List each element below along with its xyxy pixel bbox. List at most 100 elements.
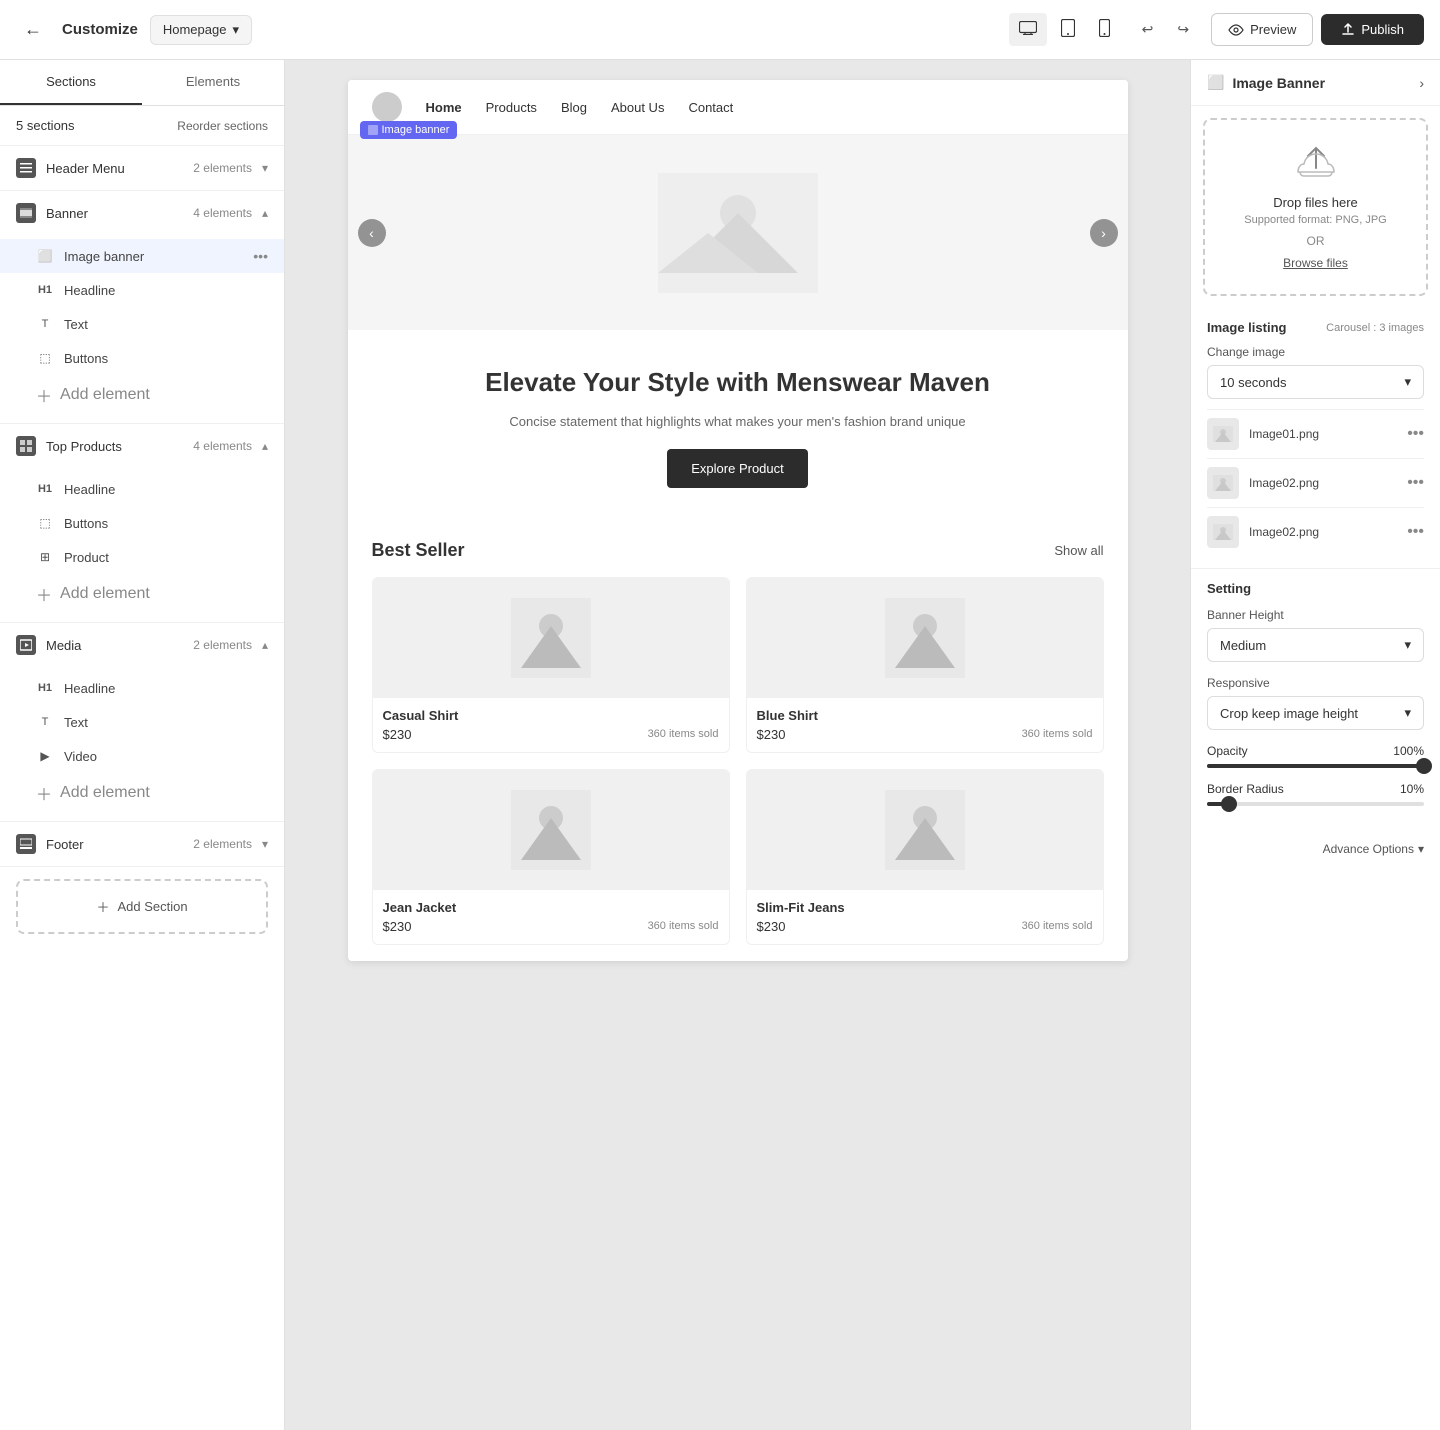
topbar: ← Customize Homepage ▾ ↩ ↪ Preview Publi… xyxy=(0,0,1440,60)
section-item-top-products: Top Products 4 elements ▴ H1 Headline ⬚ … xyxy=(0,424,284,623)
show-all-link[interactable]: Show all xyxy=(1054,543,1103,558)
redo-button[interactable]: ↪ xyxy=(1167,15,1199,44)
h1-icon-media: H1 xyxy=(36,679,54,697)
image-more-1[interactable]: ••• xyxy=(1407,474,1424,492)
image-icon: ⬜ xyxy=(36,247,54,265)
product-meta-1: $230 360 items sold xyxy=(757,727,1093,742)
banner-label: Image banner xyxy=(360,121,458,139)
responsive-dropdown[interactable]: Crop keep image height ▾ xyxy=(1207,696,1424,730)
section-header-media[interactable]: Media 2 elements ▴ xyxy=(0,623,284,667)
chevron-media[interactable]: ▴ xyxy=(262,638,268,652)
tab-sections[interactable]: Sections xyxy=(0,60,142,105)
child-media-text[interactable]: T Text xyxy=(0,705,284,739)
settings-section: Setting Banner Height Medium ▾ Responsiv… xyxy=(1191,568,1440,832)
add-element-banner[interactable]: ＋ Add element xyxy=(0,375,284,415)
topbar-actions: Preview Publish xyxy=(1211,13,1424,46)
child-media-headline[interactable]: H1 Headline xyxy=(0,671,284,705)
image-more-2[interactable]: ••• xyxy=(1407,523,1424,541)
hero-cta-button[interactable]: Explore Product xyxy=(667,449,808,488)
image-list-item-0: Image01.png ••• xyxy=(1207,409,1424,458)
chevron-top-products[interactable]: ▴ xyxy=(262,439,268,453)
product-image-1 xyxy=(747,578,1103,698)
child-tp-buttons[interactable]: ⬚ Buttons xyxy=(0,506,284,540)
child-tp-headline[interactable]: H1 Headline xyxy=(0,472,284,506)
page-selector[interactable]: Homepage ▾ xyxy=(150,15,252,45)
child-label-image-banner: Image banner xyxy=(64,249,243,264)
image-filename-1: Image02.png xyxy=(1249,476,1397,490)
top-products-children: H1 Headline ⬚ Buttons ⊞ Product ＋ Add el… xyxy=(0,468,284,622)
tablet-view-button[interactable] xyxy=(1051,13,1085,46)
section-header-footer[interactable]: Footer 2 elements ▾ xyxy=(0,822,284,866)
change-image-label: Change image xyxy=(1207,345,1424,359)
opacity-slider-fill xyxy=(1207,764,1424,768)
add-section-button[interactable]: ＋ Add Section xyxy=(16,879,268,934)
image-more-0[interactable]: ••• xyxy=(1407,425,1424,443)
section-icon-media xyxy=(16,635,36,655)
section-header-header-menu[interactable]: Header Menu 2 elements ▾ xyxy=(0,146,284,190)
mobile-view-button[interactable] xyxy=(1089,13,1120,46)
preview-button[interactable]: Preview xyxy=(1211,13,1313,46)
change-image-dropdown[interactable]: 10 seconds ▾ xyxy=(1207,365,1424,399)
add-element-label-banner: Add element xyxy=(60,386,150,404)
products-grid: Casual Shirt $230 360 items sold B xyxy=(372,577,1104,945)
add-element-top-products[interactable]: ＋ Add element xyxy=(0,574,284,614)
reorder-sections-link[interactable]: Reorder sections xyxy=(177,119,268,133)
drop-zone[interactable]: Drop files here Supported format: PNG, J… xyxy=(1203,118,1428,296)
right-panel-nav-button[interactable]: › xyxy=(1419,75,1424,91)
child-tp-product[interactable]: ⊞ Product xyxy=(0,540,284,574)
chevron-header-menu[interactable]: ▾ xyxy=(262,161,268,175)
product-name-0: Casual Shirt xyxy=(383,708,719,723)
section-header-top-products[interactable]: Top Products 4 elements ▴ xyxy=(0,424,284,468)
undo-button[interactable]: ↩ xyxy=(1132,15,1164,44)
banner-height-dropdown[interactable]: Medium ▾ xyxy=(1207,628,1424,662)
hero-section: Elevate Your Style with Menswear Maven C… xyxy=(348,330,1128,524)
browse-files-button[interactable]: Browse files xyxy=(1221,256,1410,270)
opacity-slider[interactable] xyxy=(1207,764,1424,768)
section-header-banner[interactable]: Banner 4 elements ▴ xyxy=(0,191,284,235)
carousel-next-button[interactable]: › xyxy=(1090,219,1118,247)
carousel-prev-button[interactable]: ‹ xyxy=(358,219,386,247)
nav-link-products[interactable]: Products xyxy=(486,100,537,115)
nav-link-about[interactable]: About Us xyxy=(611,100,664,115)
opacity-slider-thumb[interactable] xyxy=(1416,758,1432,774)
product-name-3: Slim-Fit Jeans xyxy=(757,900,1093,915)
child-buttons[interactable]: ⬚ Buttons xyxy=(0,341,284,375)
text-icon: T xyxy=(36,315,54,333)
banner-children: ⬜ Image banner ••• H1 Headline T Text ⬚ … xyxy=(0,235,284,423)
child-label-tp-buttons: Buttons xyxy=(64,516,268,531)
section-item-media: Media 2 elements ▴ H1 Headline T Text ▶ … xyxy=(0,623,284,822)
product-price-1: $230 xyxy=(757,727,786,742)
child-headline[interactable]: H1 Headline xyxy=(0,273,284,307)
product-image-2 xyxy=(373,770,729,890)
border-radius-slider[interactable] xyxy=(1207,802,1424,806)
responsive-value: Crop keep image height xyxy=(1220,706,1358,721)
image-list-item-1: Image02.png ••• xyxy=(1207,458,1424,507)
advance-options-button[interactable]: Advance Options ▾ xyxy=(1191,832,1440,866)
more-icon-image-banner[interactable]: ••• xyxy=(253,248,268,264)
child-text[interactable]: T Text xyxy=(0,307,284,341)
product-price-2: $230 xyxy=(383,919,412,934)
section-name-banner: Banner xyxy=(46,206,183,221)
child-label-media-text: Text xyxy=(64,715,268,730)
tab-elements[interactable]: Elements xyxy=(142,60,284,105)
border-radius-slider-thumb[interactable] xyxy=(1221,796,1237,812)
nav-link-home[interactable]: Home xyxy=(426,100,462,115)
chevron-footer[interactable]: ▾ xyxy=(262,837,268,851)
publish-button[interactable]: Publish xyxy=(1321,14,1424,45)
child-media-video[interactable]: ▶ Video xyxy=(0,739,284,773)
add-element-media[interactable]: ＋ Add element xyxy=(0,773,284,813)
chevron-banner[interactable]: ▴ xyxy=(262,206,268,220)
product-meta-2: $230 360 items sold xyxy=(383,919,719,934)
section-icon-banner xyxy=(16,203,36,223)
add-element-label-tp: Add element xyxy=(60,585,150,603)
child-label-tp-product: Product xyxy=(64,550,268,565)
right-panel: ⬜ Image Banner › Drop files here Support… xyxy=(1190,60,1440,1430)
section-item-banner: Banner 4 elements ▴ ⬜ Image banner ••• H… xyxy=(0,191,284,424)
child-image-banner[interactable]: ⬜ Image banner ••• xyxy=(0,239,284,273)
desktop-view-button[interactable] xyxy=(1009,13,1047,46)
back-button[interactable]: ← xyxy=(16,15,50,44)
nav-link-contact[interactable]: Contact xyxy=(688,100,733,115)
image-banner-icon: ⬜ xyxy=(1207,74,1224,91)
nav-link-blog[interactable]: Blog xyxy=(561,100,587,115)
child-label-buttons: Buttons xyxy=(64,351,268,366)
